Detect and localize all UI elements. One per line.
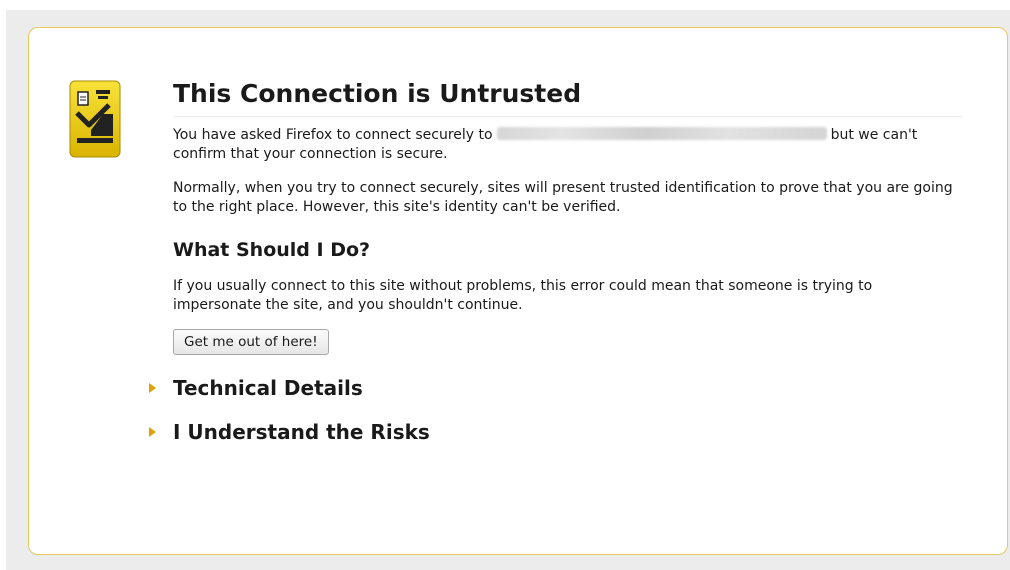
understand-risks-label: I Understand the Risks <box>173 420 430 444</box>
triangle-right-icon <box>149 427 156 437</box>
what-should-i-do-heading: What Should I Do? <box>173 239 371 261</box>
passport-control-officer-icon <box>69 80 121 158</box>
page-title: This Connection is Untrusted <box>173 76 963 117</box>
technical-details-expander[interactable]: Technical Details <box>149 373 963 403</box>
triangle-right-icon <box>149 383 156 393</box>
understand-risks-expander[interactable]: I Understand the Risks <box>149 417 963 447</box>
get-me-out-button[interactable]: Get me out of here! <box>173 329 329 355</box>
intro-text: You have asked Firefox to connect secure… <box>173 126 963 164</box>
advice-text: If you usually connect to this site with… <box>173 278 873 313</box>
technical-details-label: Technical Details <box>173 376 363 400</box>
error-box: This Connection is Untrusted You have as… <box>28 27 1008 555</box>
explanation-text: Normally, when you try to connect secure… <box>173 180 953 215</box>
error-content: This Connection is Untrusted You have as… <box>149 76 963 447</box>
intro-text-before: You have asked Firefox to connect secure… <box>173 127 493 143</box>
redacted-hostname <box>496 127 827 140</box>
